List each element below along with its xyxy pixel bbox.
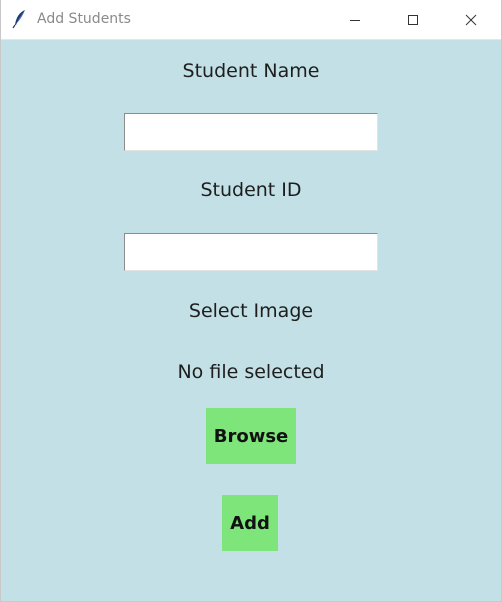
close-icon [465,14,477,25]
student-name-label: Student Name [182,60,320,82]
browse-button[interactable]: Browse [206,408,296,464]
student-name-input[interactable] [124,113,378,151]
browse-button-label: Browse [213,425,289,447]
minimize-icon [350,19,360,21]
select-image-label: Select Image [188,300,314,322]
student-id-input[interactable] [124,233,378,271]
form-panel: Student Name Student ID Select Image No … [1,40,501,601]
minimize-button[interactable] [326,0,384,39]
add-button-label: Add [230,512,270,534]
add-button[interactable]: Add [222,495,278,551]
file-status-text: No file selected [177,361,325,383]
student-id-label: Student ID [200,179,302,201]
app-window: Add Students Student Name Student ID Sel… [0,0,502,602]
close-button[interactable] [442,0,500,39]
maximize-button[interactable] [384,0,442,39]
window-title: Add Students [37,11,131,27]
title-bar[interactable]: Add Students [1,0,501,40]
feather-icon [12,9,28,29]
maximize-icon [408,14,418,25]
